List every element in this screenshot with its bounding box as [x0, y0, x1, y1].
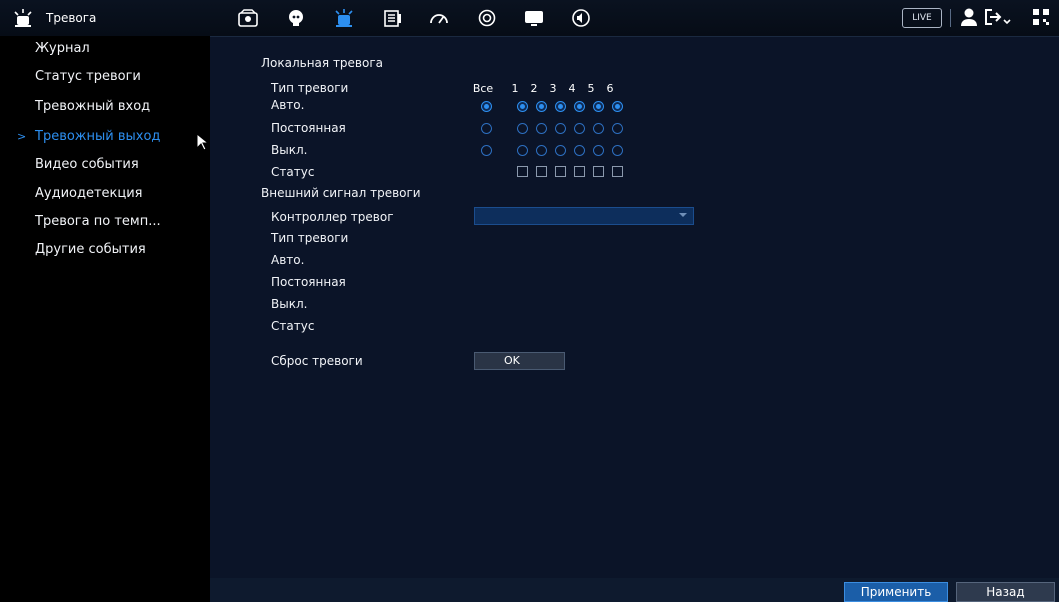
off-radio-5[interactable] — [593, 145, 604, 156]
sidebar-item-alarm-input[interactable]: Тревожный вход — [0, 94, 210, 120]
constant-radio-4[interactable] — [574, 123, 585, 134]
alarm-icon[interactable] — [331, 6, 357, 30]
auto-radio-3[interactable] — [555, 101, 566, 112]
off-label: Выкл. — [271, 143, 308, 157]
external-off-label: Выкл. — [271, 297, 308, 311]
column-4: 4 — [568, 82, 576, 95]
external-constant-label: Постоянная — [271, 275, 346, 289]
status-indicator-6 — [612, 166, 623, 177]
auto-radio-6[interactable] — [612, 101, 623, 112]
column-5: 5 — [587, 82, 595, 95]
sidebar-item-temperature-alarm[interactable]: Тревога по темп... — [0, 209, 210, 235]
column-3: 3 — [549, 82, 557, 95]
back-button[interactable]: Назад — [956, 582, 1055, 602]
sidebar-item-other-events[interactable]: Другие события — [0, 237, 210, 263]
record-icon[interactable] — [474, 6, 500, 30]
reset-alarm-label: Сброс тревоги — [271, 354, 363, 368]
storage-icon[interactable] — [380, 6, 406, 30]
auto-radio-5[interactable] — [593, 101, 604, 112]
app-title-label: Тревога — [46, 11, 97, 25]
column-2: 2 — [530, 82, 538, 95]
constant-radio-3[interactable] — [555, 123, 566, 134]
status-indicator-4 — [574, 166, 585, 177]
local-alarm-type-label: Тип тревоги — [271, 81, 349, 95]
apply-button[interactable]: Применить — [844, 582, 948, 602]
sidebar-item-label: Тревожный выход — [35, 129, 161, 144]
sidebar-item-alarm-output[interactable]: > Тревожный выход — [0, 124, 210, 150]
mouse-cursor-icon — [196, 133, 210, 151]
external-type-label: Тип тревоги — [271, 231, 349, 245]
external-alarm-title: Внешний сигнал тревоги — [261, 186, 421, 200]
constant-radio-all[interactable] — [481, 123, 492, 134]
sidebar-item-audio-detection[interactable]: Аудиодетекция — [0, 181, 210, 207]
auto-label: Авто. — [271, 98, 305, 112]
face-icon[interactable] — [283, 6, 309, 30]
column-1: 1 — [511, 82, 519, 95]
controller-label: Контроллер тревог — [271, 210, 394, 224]
controller-select[interactable] — [474, 207, 694, 225]
reset-ok-button[interactable]: OK — [474, 352, 565, 370]
auto-radio-all[interactable] — [481, 101, 492, 112]
app-title: Тревога — [12, 0, 96, 36]
user-icon[interactable] — [960, 7, 978, 27]
status-indicator-5 — [593, 166, 604, 177]
column-6: 6 — [606, 82, 614, 95]
auto-radio-4[interactable] — [574, 101, 585, 112]
external-status-label: Статус — [271, 319, 315, 333]
off-radio-6[interactable] — [612, 145, 623, 156]
chevron-down-icon — [679, 213, 687, 217]
sidebar-item-journal[interactable]: Журнал — [0, 36, 210, 62]
audio-icon[interactable] — [568, 6, 594, 30]
logout-icon[interactable] — [983, 7, 1013, 27]
sidebar: Журнал Статус тревоги Тревожный вход > Т… — [0, 36, 210, 602]
qr-code-icon[interactable] — [1032, 8, 1050, 26]
off-radio-all[interactable] — [481, 145, 492, 156]
constant-radio-5[interactable] — [593, 123, 604, 134]
column-all: Все — [472, 82, 494, 95]
off-radio-2[interactable] — [536, 145, 547, 156]
constant-radio-2[interactable] — [536, 123, 547, 134]
external-auto-label: Авто. — [271, 253, 305, 267]
sidebar-item-alarm-status[interactable]: Статус тревоги — [0, 64, 210, 90]
sidebar-item-video-events[interactable]: Видео события — [0, 152, 210, 178]
divider — [950, 9, 951, 27]
off-radio-3[interactable] — [555, 145, 566, 156]
off-radio-4[interactable] — [574, 145, 585, 156]
status-indicator-1 — [517, 166, 528, 177]
speedometer-icon[interactable] — [426, 6, 452, 30]
auto-radio-2[interactable] — [536, 101, 547, 112]
live-button[interactable]: LIVE — [902, 8, 942, 28]
constant-radio-6[interactable] — [612, 123, 623, 134]
status-label: Статус — [271, 165, 315, 179]
chevron-right-icon: > — [17, 130, 27, 143]
status-indicator-3 — [555, 166, 566, 177]
status-indicator-2 — [536, 166, 547, 177]
top-bar: Тревога LIVE — [0, 0, 1059, 37]
off-radio-1[interactable] — [517, 145, 528, 156]
local-alarm-title: Локальная тревога — [261, 56, 384, 70]
constant-label: Постоянная — [271, 121, 346, 135]
alarm-beacon-icon — [14, 9, 32, 27]
constant-radio-1[interactable] — [517, 123, 528, 134]
auto-radio-1[interactable] — [517, 101, 528, 112]
display-icon[interactable] — [521, 6, 547, 30]
camera-icon[interactable] — [235, 6, 261, 30]
